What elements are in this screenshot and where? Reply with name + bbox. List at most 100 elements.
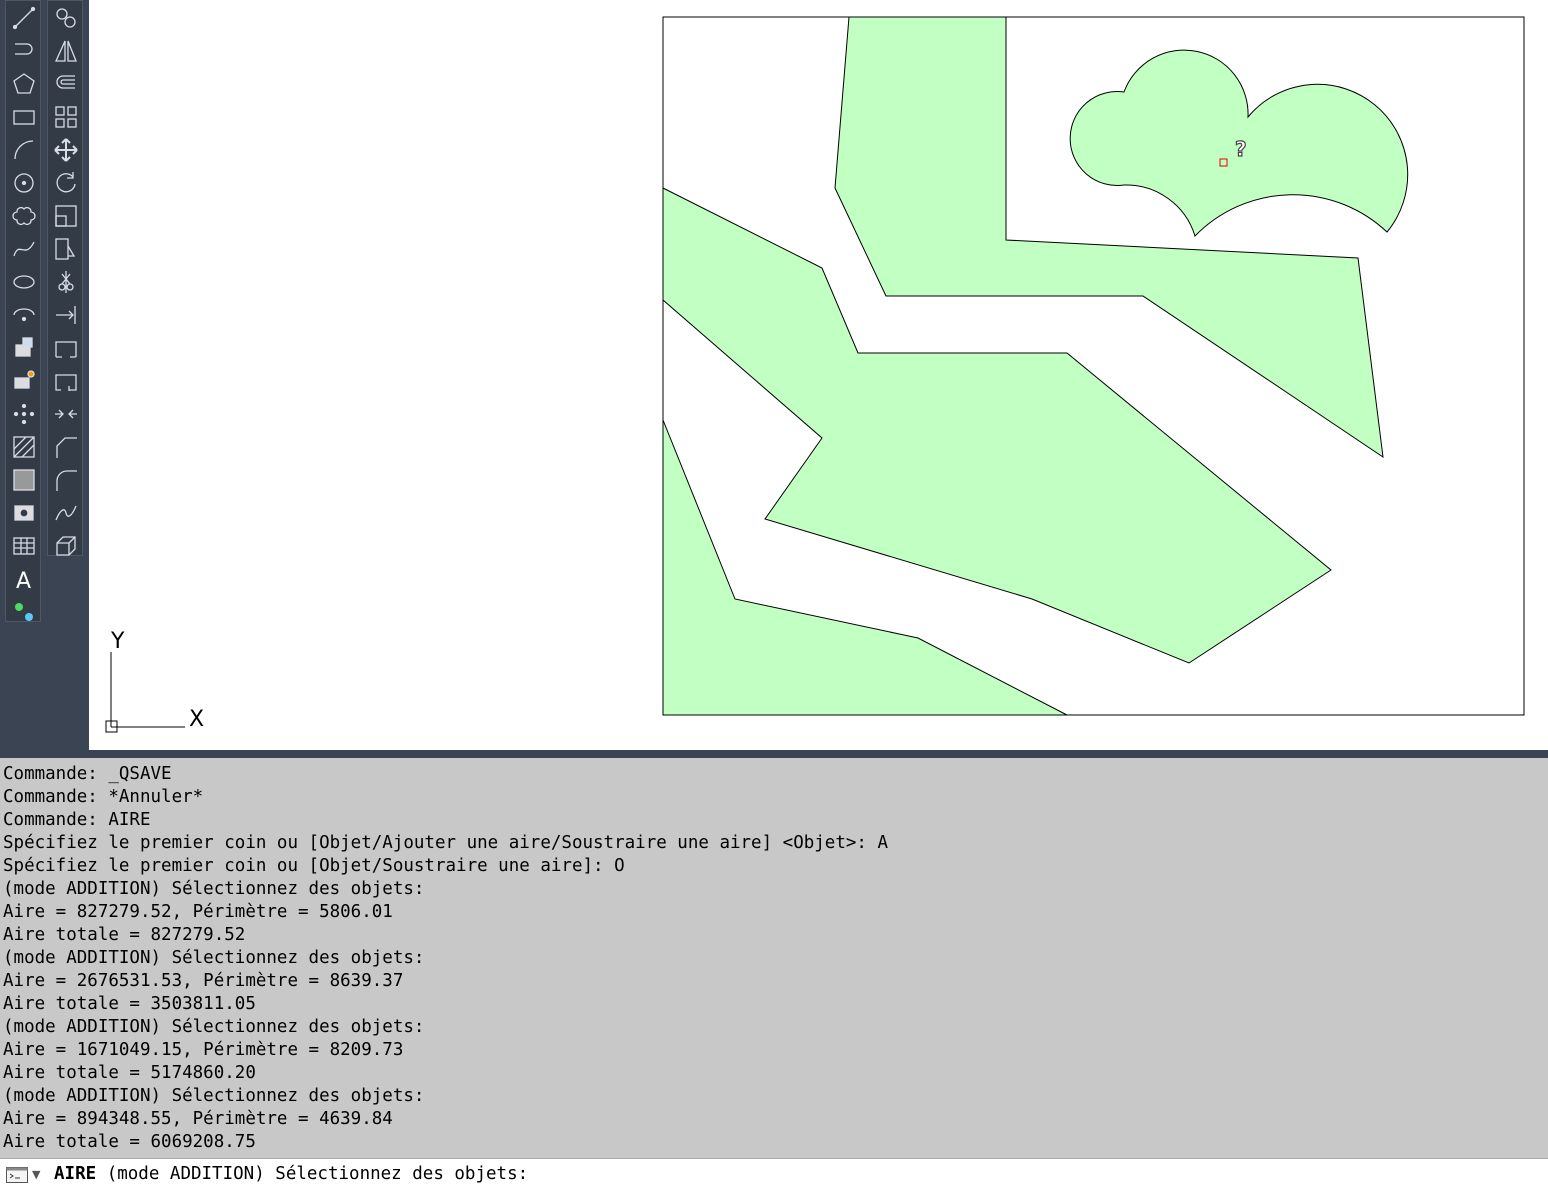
command-prompt: (mode ADDITION) Sélectionnez des objets: <box>106 1164 529 1184</box>
recent-commands-dropdown-icon[interactable]: ▼ <box>32 1168 40 1181</box>
make-block-tool-button[interactable] <box>8 365 40 397</box>
scale-tool-button[interactable] <box>50 200 82 232</box>
command-line[interactable]: ▼ AIRE (mode ADDITION) Sélectionnez des … <box>0 1158 1548 1190</box>
array-icon <box>55 106 77 128</box>
history-line: Aire totale = 6069208.75 <box>3 1132 256 1152</box>
blend-curves-icon <box>55 505 77 521</box>
circle-icon <box>14 173 34 193</box>
add-selected-tool-button[interactable] <box>8 596 40 628</box>
history-line: Aire = 894348.55, Périmètre = 4639.84 <box>3 1109 393 1129</box>
spline-tool-button[interactable] <box>8 233 40 265</box>
mirror-tool-button[interactable] <box>50 35 82 67</box>
copy-tool-button[interactable] <box>50 2 82 34</box>
arc-tool-button[interactable] <box>8 134 40 166</box>
trim-icon <box>58 271 74 293</box>
history-line: Commande: _QSAVE <box>3 764 172 784</box>
revision-cloud-icon <box>12 207 36 225</box>
command-input[interactable] <box>560 1163 1464 1187</box>
scale-icon <box>55 205 77 227</box>
cursor-question-glyph: ? <box>1235 137 1247 161</box>
active-command-name: AIRE <box>54 1164 97 1184</box>
hatch-icon <box>13 436 35 458</box>
add-selected-icon <box>15 603 33 621</box>
stretch-tool-button[interactable] <box>50 233 82 265</box>
history-line: (mode ADDITION) Sélectionnez des objets: <box>3 1086 425 1106</box>
spline-icon <box>13 241 35 257</box>
point-icon <box>13 403 35 425</box>
multiline-text-tool-button[interactable]: A <box>8 563 40 595</box>
line-icon <box>12 6 36 30</box>
break-tool-button[interactable] <box>50 365 82 397</box>
polygon-tool-button[interactable] <box>8 68 40 100</box>
ellipse-arc-icon <box>13 308 35 322</box>
array-tool-button[interactable] <box>50 101 82 133</box>
move-tool-button[interactable] <box>50 134 82 166</box>
revision-cloud-tool-button[interactable] <box>8 200 40 232</box>
join-tool-button[interactable] <box>50 398 82 430</box>
polyline-tool-button[interactable] <box>8 35 40 67</box>
polyline-icon <box>15 43 33 55</box>
command-window-splitter[interactable] <box>0 750 1548 758</box>
insert-block-icon <box>15 337 33 357</box>
history-line: (mode ADDITION) Sélectionnez des objets: <box>3 1017 425 1037</box>
history-line: Aire totale = 827279.52 <box>3 925 246 945</box>
draw-toolbar: A <box>5 0 41 622</box>
circle-tool-button[interactable] <box>8 167 40 199</box>
history-line: (mode ADDITION) Sélectionnez des objets: <box>3 948 425 968</box>
arc-icon <box>14 140 34 160</box>
hatch-tool-button[interactable] <box>8 431 40 463</box>
blend-curves-tool-button[interactable] <box>50 497 82 529</box>
history-line: Commande: AIRE <box>3 810 151 830</box>
ellipse-icon <box>13 275 35 289</box>
rotate-tool-button[interactable] <box>50 167 82 199</box>
move-icon <box>54 138 78 162</box>
fillet-tool-button[interactable] <box>50 464 82 496</box>
history-line: Spécifiez le premier coin ou [Objet/Sous… <box>3 856 625 876</box>
gradient-tool-button[interactable] <box>8 464 40 496</box>
extend-icon <box>56 306 76 324</box>
table-icon <box>13 537 35 555</box>
command-window-icon[interactable] <box>6 1167 28 1183</box>
offset-tool-button[interactable] <box>50 68 82 100</box>
region-icon <box>14 505 34 521</box>
polygon-icon <box>13 73 35 94</box>
ucs-x-label: X <box>189 707 204 732</box>
mirror-icon <box>54 40 77 62</box>
rotate-icon <box>56 172 76 193</box>
table-tool-button[interactable] <box>8 530 40 562</box>
extend-tool-button[interactable] <box>50 299 82 331</box>
history-line: Aire totale = 3503811.05 <box>3 994 256 1014</box>
join-icon <box>55 409 77 419</box>
drawing-canvas[interactable]: ? Y X <box>89 0 1548 750</box>
tool-palette: A <box>0 0 89 750</box>
ellipse-tool-button[interactable] <box>8 266 40 298</box>
point-tool-button[interactable] <box>8 398 40 430</box>
history-line: Aire totale = 5174860.20 <box>3 1063 256 1083</box>
make-block-icon <box>14 370 35 389</box>
command-history: Commande:Commande: _QSAVECommande: *Annu… <box>0 758 1548 1158</box>
chamfer-tool-button[interactable] <box>50 431 82 463</box>
modify-toolbar <box>47 0 83 556</box>
drawing-area[interactable]: ? Y X <box>89 0 1548 750</box>
history-line: (mode ADDITION) Sélectionnez des objets: <box>3 879 425 899</box>
offset-icon <box>56 75 75 89</box>
chamfer-icon <box>56 437 77 458</box>
rectangle-tool-button[interactable] <box>8 101 40 133</box>
copy-icon <box>56 8 76 28</box>
region-tool-button[interactable] <box>8 497 40 529</box>
ucs-y-label: Y <box>110 629 125 654</box>
svg-text:A: A <box>16 569 31 592</box>
history-line: Aire = 827279.52, Périmètre = 5806.01 <box>3 902 393 922</box>
break-at-point-icon <box>55 341 77 358</box>
insert-block-tool-button[interactable] <box>8 332 40 364</box>
history-line: Spécifiez le premier coin ou [Objet/Ajou… <box>3 833 889 853</box>
history-line: Commande: *Annuler* <box>3 787 204 807</box>
ellipse-arc-tool-button[interactable] <box>8 299 40 331</box>
fillet-icon <box>56 470 77 491</box>
trim-tool-button[interactable] <box>50 266 82 298</box>
line-tool-button[interactable] <box>8 2 40 34</box>
explode-tool-button[interactable] <box>50 530 82 562</box>
rectangle-icon <box>13 110 35 125</box>
gradient-icon <box>13 469 35 491</box>
break-at-point-tool-button[interactable] <box>50 332 82 364</box>
